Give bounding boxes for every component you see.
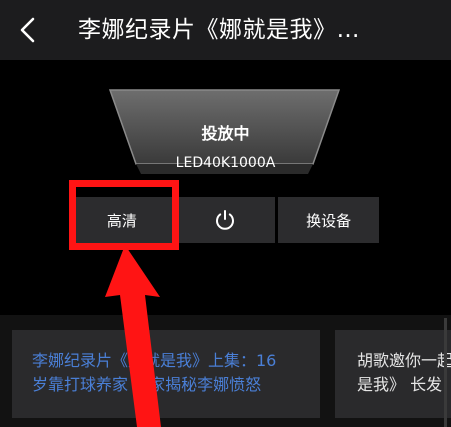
switch-device-button[interactable]: 换设备 bbox=[278, 197, 380, 243]
top-bar: 李娜纪录片《娜就是我》… bbox=[0, 0, 451, 60]
chevron-left-icon bbox=[20, 17, 35, 43]
power-button[interactable] bbox=[174, 197, 276, 243]
video-card[interactable]: 胡歌邀你一起 是我》 长发 bbox=[335, 330, 451, 418]
video-title-line: 岁靠打球养家 独家揭秘李娜愤怒 bbox=[32, 375, 262, 394]
device-name: LED40K1000A bbox=[175, 155, 276, 171]
video-title-line: 李娜纪录片《娜就是我》上集：16 bbox=[32, 351, 277, 370]
video-title-line: 是我》 长发 bbox=[357, 375, 443, 394]
back-button[interactable] bbox=[10, 12, 46, 48]
scrollbar[interactable] bbox=[444, 318, 447, 427]
hd-quality-button[interactable]: 高清 bbox=[72, 197, 172, 243]
video-title-line: 胡歌邀你一起 bbox=[357, 351, 451, 370]
video-card[interactable]: 李娜纪录片《娜就是我》上集：16 岁靠打球养家 独家揭秘李娜愤怒 bbox=[12, 330, 320, 418]
page-title: 李娜纪录片《娜就是我》… bbox=[78, 17, 360, 43]
power-icon bbox=[216, 210, 234, 230]
cast-status: 投放中 bbox=[201, 124, 250, 143]
cast-controls: 高清 换设备 bbox=[72, 197, 380, 243]
